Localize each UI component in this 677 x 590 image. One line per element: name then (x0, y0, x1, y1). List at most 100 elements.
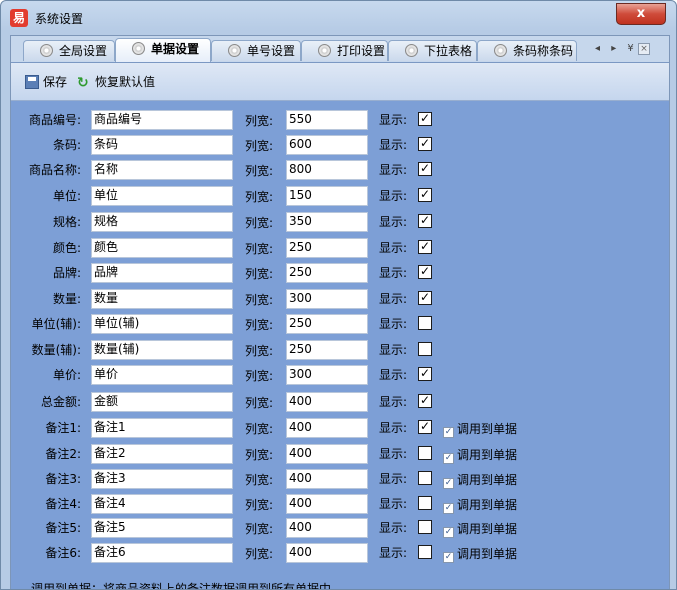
width-input[interactable]: 350 (286, 212, 368, 232)
gear-icon (318, 44, 331, 57)
display-label: 显示: (379, 113, 408, 127)
display-label: 显示: (379, 163, 408, 177)
apply-to-documents-checkbox[interactable]: ✓ 调用到单据 (443, 496, 517, 514)
tab-print-settings[interactable]: 打印设置 (301, 40, 388, 61)
tab-label: 下拉表格 (424, 44, 473, 58)
width-input[interactable]: 150 (286, 186, 368, 206)
restore-defaults-button[interactable]: ↻ 恢复默认值 (77, 73, 155, 92)
tab-label: 全局设置 (59, 44, 108, 58)
field-row: 规格: 规格 列宽: 350 显示: ✓ (11, 212, 669, 234)
display-label: 显示: (379, 421, 408, 435)
field-row: 备注1: 备注1 列宽: 400 显示: ✓ ✓ 调用到单据 (11, 418, 669, 440)
save-button[interactable]: 保存 (25, 73, 67, 91)
field-name-input[interactable]: 名称 (91, 160, 233, 180)
width-input[interactable]: 250 (286, 340, 368, 360)
field-name-input[interactable]: 商品编号 (91, 110, 233, 130)
display-checkbox[interactable] (418, 496, 432, 510)
display-checkbox[interactable]: ✓ (418, 112, 432, 126)
width-input[interactable]: 400 (286, 469, 368, 489)
width-input[interactable]: 250 (286, 238, 368, 258)
field-name-input[interactable]: 备注5 (91, 518, 233, 538)
tab-global-settings[interactable]: 全局设置 (23, 40, 115, 61)
apply-to-documents-checkbox[interactable]: ✓ 调用到单据 (443, 471, 517, 489)
display-checkbox[interactable]: ✓ (418, 240, 432, 254)
apply-to-documents-checkbox[interactable]: ✓ 调用到单据 (443, 520, 517, 538)
width-input[interactable]: 400 (286, 392, 368, 412)
field-name-input[interactable]: 备注4 (91, 494, 233, 514)
width-input[interactable]: 400 (286, 444, 368, 464)
apply-to-documents-checkbox[interactable]: ✓ 调用到单据 (443, 420, 517, 438)
apply-label: 调用到单据 (457, 498, 518, 512)
width-input[interactable]: 400 (286, 418, 368, 438)
field-name-input[interactable]: 单位(辅) (91, 314, 233, 334)
field-row: 备注4: 备注4 列宽: 400 显示: ✓ 调用到单据 (11, 494, 669, 516)
display-checkbox[interactable] (418, 446, 432, 460)
width-label: 列宽: (245, 190, 274, 204)
width-input[interactable]: 300 (286, 289, 368, 309)
field-label: 备注1: (45, 421, 81, 435)
tab-strip: 全局设置 单据设置 单号设置 打印设置 下拉表格 条码称条码 ◂ ▸ ¥ × (11, 36, 669, 63)
display-checkbox[interactable]: ✓ (418, 291, 432, 305)
display-checkbox[interactable] (418, 342, 432, 356)
field-name-input[interactable]: 备注2 (91, 444, 233, 464)
display-label: 显示: (379, 215, 408, 229)
field-row: 总金额: 金额 列宽: 400 显示: ✓ (11, 392, 669, 414)
tab-scroll-arrows[interactable]: ◂ ▸ ¥ (595, 43, 638, 54)
tab-dropdown-table[interactable]: 下拉表格 (388, 40, 477, 61)
display-checkbox[interactable]: ✓ (418, 367, 432, 381)
field-row: 单位(辅): 单位(辅) 列宽: 250 显示: (11, 314, 669, 336)
tab-document-settings[interactable]: 单据设置 (115, 38, 211, 62)
field-name-input[interactable]: 单价 (91, 365, 233, 385)
display-checkbox[interactable] (418, 545, 432, 559)
display-label: 显示: (379, 189, 408, 203)
width-input[interactable]: 400 (286, 494, 368, 514)
width-input[interactable]: 550 (286, 110, 368, 130)
field-label: 数量: (52, 292, 81, 306)
field-name-input[interactable]: 金额 (91, 392, 233, 412)
field-name-input[interactable]: 条码 (91, 135, 233, 155)
apply-to-documents-checkbox[interactable]: ✓ 调用到单据 (443, 545, 517, 563)
display-checkbox[interactable]: ✓ (418, 214, 432, 228)
width-label: 列宽: (245, 114, 274, 128)
width-input[interactable]: 600 (286, 135, 368, 155)
restore-label: 恢复默认值 (95, 75, 156, 89)
tab-close-icon[interactable]: × (638, 43, 650, 55)
field-name-input[interactable]: 备注6 (91, 543, 233, 563)
field-name-input[interactable]: 品牌 (91, 263, 233, 283)
tab-number-settings[interactable]: 单号设置 (211, 40, 301, 61)
width-input[interactable]: 400 (286, 543, 368, 563)
display-checkbox[interactable] (418, 471, 432, 485)
display-checkbox[interactable]: ✓ (418, 162, 432, 176)
title-bar: 易 系统设置 x (1, 1, 676, 35)
display-checkbox[interactable]: ✓ (418, 265, 432, 279)
field-name-input[interactable]: 单位 (91, 186, 233, 206)
field-label: 条码: (52, 138, 81, 152)
tab-barcode-scale[interactable]: 条码称条码 (477, 40, 577, 61)
display-label: 显示: (379, 497, 408, 511)
display-checkbox[interactable] (418, 316, 432, 330)
field-name-input[interactable]: 备注1 (91, 418, 233, 438)
field-name-input[interactable]: 数量 (91, 289, 233, 309)
width-label: 列宽: (245, 498, 274, 512)
field-name-input[interactable]: 数量(辅) (91, 340, 233, 360)
display-checkbox[interactable]: ✓ (418, 420, 432, 434)
width-input[interactable]: 400 (286, 518, 368, 538)
width-label: 列宽: (245, 216, 274, 230)
display-label: 显示: (379, 447, 408, 461)
width-input[interactable]: 300 (286, 365, 368, 385)
width-input[interactable]: 250 (286, 314, 368, 334)
display-checkbox[interactable]: ✓ (418, 188, 432, 202)
width-input[interactable]: 250 (286, 263, 368, 283)
width-input[interactable]: 800 (286, 160, 368, 180)
close-button[interactable]: x (616, 3, 666, 25)
field-name-input[interactable]: 颜色 (91, 238, 233, 258)
field-name-input[interactable]: 规格 (91, 212, 233, 232)
display-checkbox[interactable]: ✓ (418, 137, 432, 151)
apply-to-documents-checkbox[interactable]: ✓ 调用到单据 (443, 446, 517, 464)
width-label: 列宽: (245, 242, 274, 256)
undo-icon: ↻ (77, 75, 89, 91)
field-label: 备注5: (45, 521, 81, 535)
display-checkbox[interactable]: ✓ (418, 394, 432, 408)
field-name-input[interactable]: 备注3 (91, 469, 233, 489)
display-checkbox[interactable] (418, 520, 432, 534)
